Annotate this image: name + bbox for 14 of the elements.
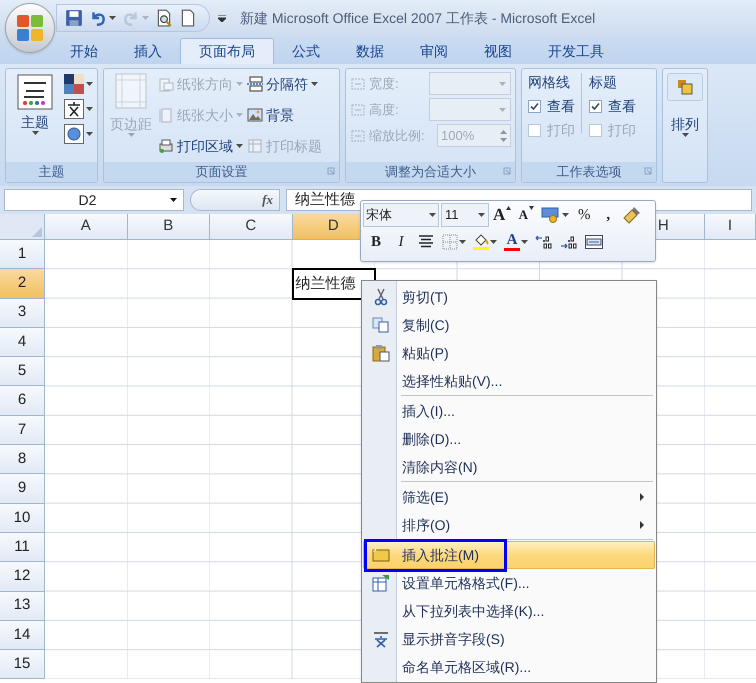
field-label: 缩放比例: — [369, 126, 425, 145]
checkbox-label: 查看 — [547, 96, 575, 116]
checkbox-label: 打印 — [547, 120, 575, 140]
field-label: 宽度: — [369, 74, 399, 93]
checkbox-label: 查看 — [608, 96, 636, 116]
field-label: 高度: — [369, 100, 399, 119]
group-label: 页面设置 — [196, 163, 248, 182]
checkbox-label: 打印 — [608, 120, 636, 140]
group-label: 调整为合适大小 — [385, 163, 476, 182]
window-title: 新建 Microsoft Office Excel 2007 工作表 - Microsoft Excel — [240, 8, 596, 28]
option-heading: 网格线 — [528, 73, 571, 91]
group-label: 工作表选项 — [556, 163, 622, 182]
option-heading: 标题 — [589, 73, 618, 91]
group-label: 主题 — [38, 163, 64, 182]
